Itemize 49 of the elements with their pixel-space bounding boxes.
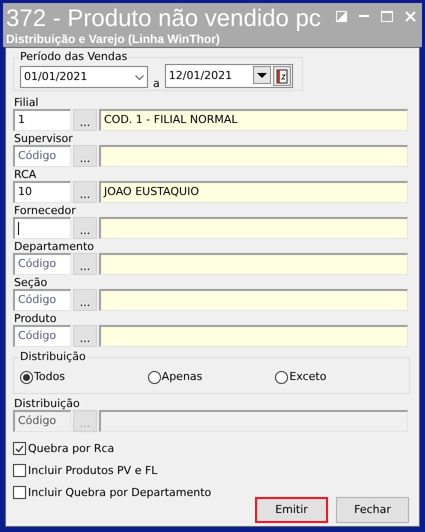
window-subtitle: Distribuição e Varejo (Linha WinThor) (6, 32, 221, 46)
text-cursor (18, 222, 19, 235)
browse-button[interactable]: ... (73, 253, 97, 275)
browse-button[interactable]: ... (73, 289, 97, 311)
end-date-field[interactable]: 12/01/2021 (164, 64, 293, 88)
field-label: RCA (14, 168, 38, 181)
browse-button[interactable]: ... (73, 181, 97, 203)
chevron-down-icon[interactable] (135, 74, 144, 80)
description-field: JOAO EUSTAQUIO (99, 181, 408, 203)
browse-button[interactable]: ... (73, 217, 97, 239)
code-field[interactable]: Código (13, 253, 71, 275)
checkbox-label: Incluir Produtos PV e FL (28, 464, 158, 477)
group-label: Distribuição (19, 350, 87, 363)
browse-button[interactable]: ... (73, 145, 97, 167)
code-field[interactable]: Código (13, 145, 71, 167)
dialog-button[interactable]: Fechar (336, 497, 409, 523)
radio-button[interactable] (148, 370, 161, 384)
group-label: Período das Vendas (19, 50, 128, 63)
radio-button[interactable] (20, 370, 33, 384)
radio-label: Exceto (289, 368, 326, 385)
radio-label: Apenas (162, 368, 202, 385)
window-title: 372 - Produto não vendido pc (6, 6, 321, 32)
field-label: Filial (14, 96, 40, 109)
code-field[interactable]: Código (13, 289, 71, 311)
code-field[interactable]: 1 (13, 109, 71, 131)
field-label: Produto (14, 312, 58, 325)
checkbox[interactable] (13, 486, 26, 499)
checkbox[interactable] (13, 442, 26, 455)
description-field: COD. 1 - FILIAL NORMAL (99, 109, 408, 131)
date-separator: a (153, 77, 160, 90)
field-label: Seção (14, 276, 48, 289)
checkbox-label: Quebra por Rca (28, 442, 114, 455)
code-field[interactable]: 10 (13, 181, 71, 203)
radio-label: Todos (34, 368, 66, 385)
field-label: Supervisor (14, 132, 74, 145)
calendar-icon[interactable] (272, 66, 291, 86)
field-label: Distribuição (14, 397, 81, 410)
code-field[interactable]: Código (13, 325, 71, 347)
browse-button[interactable]: ... (73, 109, 97, 131)
start-date-field[interactable]: 01/01/2021 (20, 66, 148, 88)
radio-button[interactable] (275, 370, 288, 384)
check-icon (15, 444, 24, 452)
browse-button[interactable]: ... (73, 325, 97, 347)
dialog-button[interactable]: Emitir (255, 497, 328, 523)
checkbox-label: Incluir Quebra por Departamento (28, 486, 212, 499)
field-label: Fornecedor (14, 204, 77, 217)
field-label: Departamento (14, 240, 96, 253)
checkbox[interactable] (13, 464, 26, 477)
code-field[interactable] (13, 217, 71, 239)
